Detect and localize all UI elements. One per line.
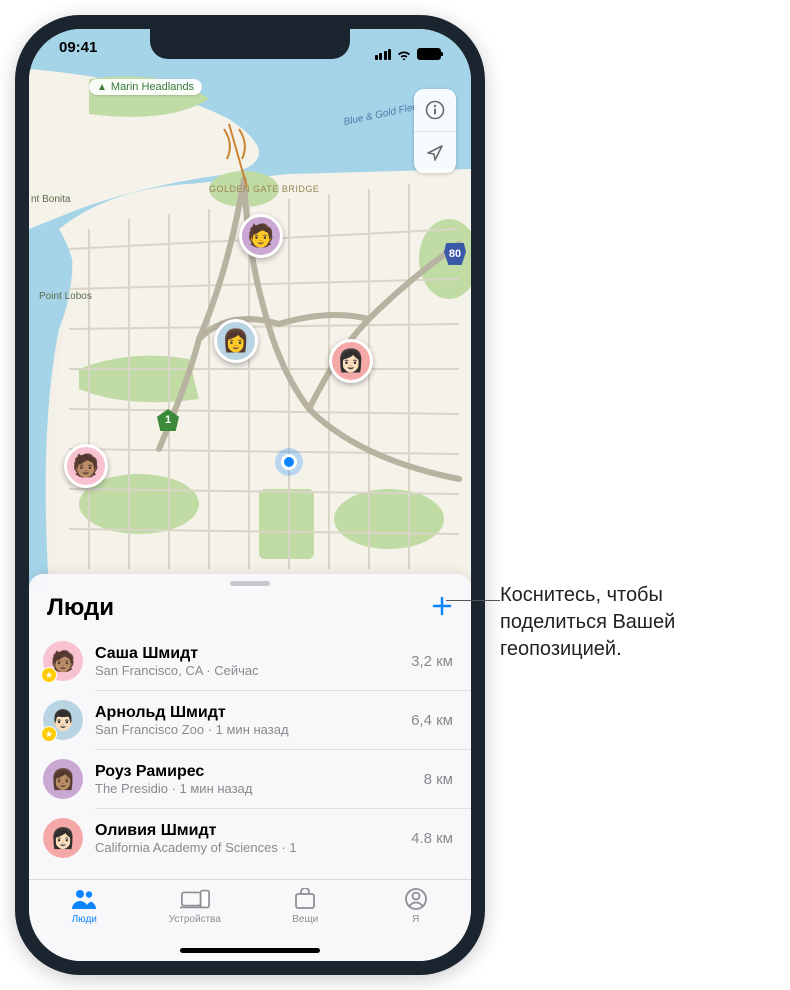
person-sub: San Francisco Zoo · 1 мин назад — [95, 722, 399, 737]
bonita-label: nt Bonita — [31, 194, 70, 205]
person-name: Оливия Шмидт — [95, 822, 399, 840]
list-item-text: Роуз Рамирес The Presidio · 1 мин назад — [95, 763, 412, 796]
map[interactable]: ▲ Marin Headlands GOLDEN GATE BRIDGE nt … — [29, 29, 471, 589]
locate-button[interactable] — [414, 131, 456, 173]
person-sub: San Francisco, CA · Сейчас — [95, 663, 399, 678]
avatar: 👩🏽 — [43, 759, 83, 799]
person-distance: 3,2 км — [411, 653, 453, 670]
battery-icon — [417, 48, 441, 60]
map-pin-person[interactable]: 🧑🏽 — [64, 444, 108, 488]
items-icon — [290, 886, 320, 912]
map-park-pill[interactable]: ▲ Marin Headlands — [89, 79, 202, 95]
map-controls — [414, 89, 456, 173]
list-item[interactable]: 👩🏽 Роуз Рамирес The Presidio · 1 мин наз… — [29, 750, 471, 808]
tab-label: Люди — [72, 914, 97, 925]
person-name: Роуз Рамирес — [95, 763, 412, 781]
list-item[interactable]: 🧑🏽★ Саша Шмидт San Francisco, CA · Сейча… — [29, 632, 471, 690]
add-person-button[interactable] — [431, 594, 453, 622]
person-name: Арнольд Шмидт — [95, 704, 399, 722]
people-list: 🧑🏽★ Саша Шмидт San Francisco, CA · Сейча… — [29, 632, 471, 858]
current-location-dot — [281, 454, 297, 470]
home-indicator[interactable] — [180, 948, 320, 953]
me-icon — [401, 886, 431, 912]
phone-screen: 09:41 — [29, 29, 471, 961]
person-distance: 6,4 км — [411, 712, 453, 729]
tab-me[interactable]: Я — [361, 886, 472, 961]
list-item-text: Оливия Шмидт California Academy of Scien… — [95, 822, 399, 855]
person-distance: 4.8 км — [411, 830, 453, 847]
status-icons — [375, 39, 442, 69]
tab-bar: Люди Устройства Вещи Я — [29, 879, 471, 961]
person-name: Саша Шмидт — [95, 645, 399, 663]
tab-people[interactable]: Люди — [29, 886, 140, 961]
map-pin-person[interactable]: 🧑 — [239, 214, 283, 258]
person-distance: 8 км — [424, 771, 453, 788]
callout-text: Коснитесь, чтобы поделиться Вашей геопоз… — [500, 582, 770, 663]
tree-icon: ▲ — [97, 82, 107, 93]
map-pin-person[interactable]: 👩🏻 — [329, 339, 373, 383]
sheet-header: Люди — [29, 590, 471, 632]
callout: Коснитесь, чтобы поделиться Вашей геопоз… — [500, 582, 770, 663]
list-item[interactable]: 👩🏻 Оливия Шмидт California Academy of Sc… — [29, 809, 471, 858]
cellular-icon — [375, 49, 392, 60]
map-pin-person[interactable]: 👩 — [214, 319, 258, 363]
marin-label: Marin Headlands — [111, 81, 194, 93]
callout-line — [446, 600, 500, 601]
info-icon — [425, 100, 445, 120]
avatar: 🧑🏽★ — [43, 641, 83, 681]
avatar: 👨🏻★ — [43, 700, 83, 740]
sheet-title: Люди — [47, 594, 114, 622]
favorite-star-icon: ★ — [41, 726, 57, 742]
bridge-label: GOLDEN GATE BRIDGE — [209, 184, 319, 194]
people-icon — [69, 886, 99, 912]
status-time: 09:41 — [59, 39, 97, 69]
list-item[interactable]: 👨🏻★ Арнольд Шмидт San Francisco Zoo · 1 … — [29, 691, 471, 749]
tab-label: Вещи — [292, 914, 318, 925]
favorite-star-icon: ★ — [41, 667, 57, 683]
sheet-grabber[interactable] — [230, 581, 270, 586]
lobos-label: Point Lobos — [39, 291, 92, 302]
phone-frame: 09:41 — [15, 15, 485, 975]
devices-icon — [180, 886, 210, 912]
person-sub: California Academy of Sciences · 1 — [95, 840, 399, 855]
notch — [150, 29, 350, 59]
tab-label: Устройства — [169, 914, 221, 925]
list-item-text: Арнольд Шмидт San Francisco Zoo · 1 мин … — [95, 704, 399, 737]
list-item-text: Саша Шмидт San Francisco, CA · Сейчас — [95, 645, 399, 678]
people-sheet[interactable]: Люди 🧑🏽★ Саша Шмидт San Francisco, CA · … — [29, 574, 471, 889]
wifi-icon — [396, 48, 412, 60]
location-arrow-icon — [426, 144, 444, 162]
plus-icon — [431, 595, 453, 617]
avatar: 👩🏻 — [43, 818, 83, 858]
tab-label: Я — [412, 914, 419, 925]
person-sub: The Presidio · 1 мин назад — [95, 781, 412, 796]
info-button[interactable] — [414, 89, 456, 131]
